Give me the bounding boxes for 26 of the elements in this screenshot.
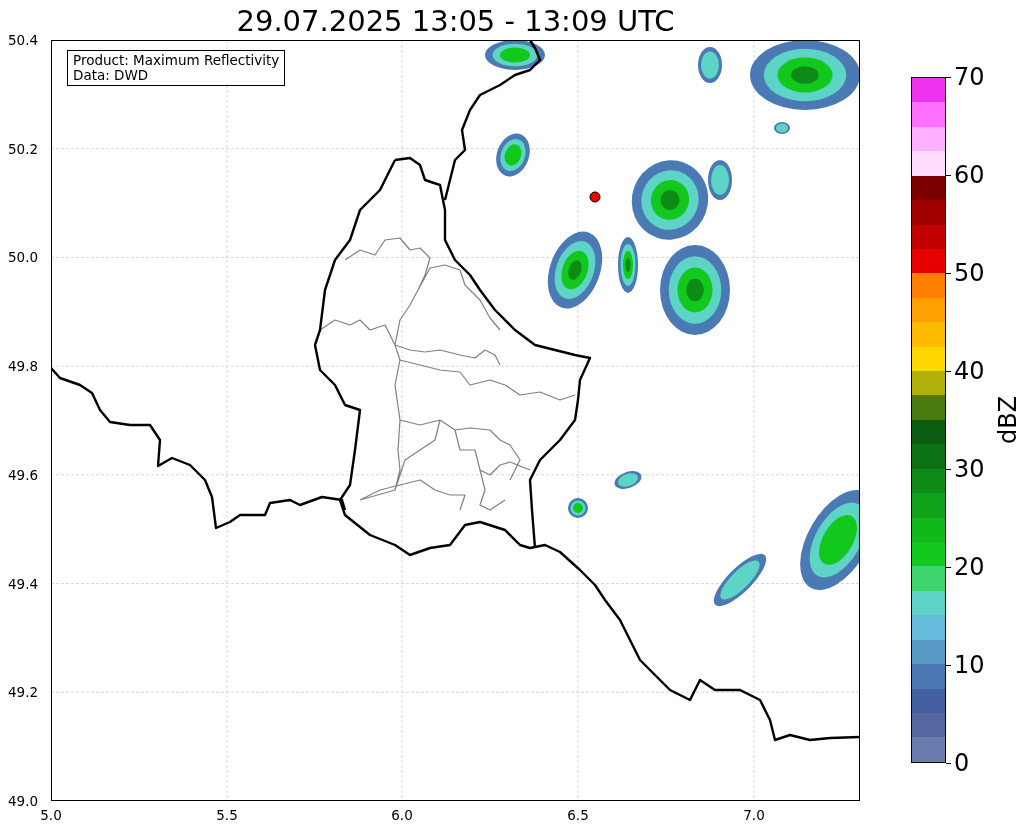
x-axis-label: 5.5 (216, 807, 238, 823)
y-axis-label: 50.4 (8, 32, 39, 48)
y-axis-label: 50.2 (8, 140, 39, 157)
y-axis-label: 49.8 (8, 358, 39, 375)
colorbar-tick-label: 60 (954, 161, 985, 189)
y-axis-label: 50.0 (8, 249, 39, 266)
y-axis-label: 49.0 (8, 792, 39, 809)
colorbar-tick-label: 10 (954, 651, 985, 679)
x-axis-label: 6.0 (391, 807, 413, 823)
location-marker (589, 191, 601, 203)
legend-text: Data: DWD (73, 68, 150, 83)
colorbar-tick-label: 20 (954, 553, 985, 581)
x-axis-label: 7.0 (743, 807, 765, 823)
colorbar-tick-label: 50 (954, 259, 985, 287)
chart-title: 29.07.2025 13:05 - 13:09 UTC (235, 4, 676, 38)
colorbar-tick-label: 70 (954, 63, 985, 91)
colorbar-tick-label: 0 (954, 749, 970, 777)
y-axis-label: 49.6 (8, 466, 39, 483)
x-axis-label: 6.5 (567, 807, 589, 823)
x-axis-label: 5.0 (40, 807, 62, 823)
colorbar-tick-label: 40 (954, 357, 985, 385)
y-axis-label: 49.4 (8, 575, 39, 592)
colorbar-tick-label: 30 (954, 455, 985, 483)
legend-text: Product: Maximum Reflectivity (73, 53, 280, 68)
y-axis-label: 49.2 (8, 684, 39, 701)
colorbar-label: dBZ (994, 395, 1023, 445)
